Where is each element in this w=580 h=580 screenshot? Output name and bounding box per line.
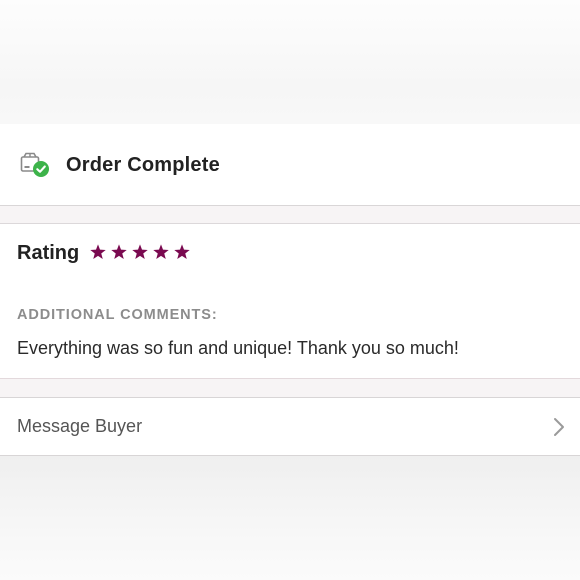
message-buyer-label: Message Buyer: [17, 416, 143, 436]
star-icon: [153, 244, 169, 260]
comments-text: Everything was so fun and unique! Thank …: [17, 338, 459, 358]
package-check-icon: [20, 152, 50, 178]
order-status-card: Order Complete: [0, 124, 580, 206]
star-icon: [111, 244, 127, 260]
section-divider: [0, 206, 580, 224]
star-icon: [90, 244, 106, 260]
star-icon: [132, 244, 148, 260]
rating-label: Rating: [17, 242, 80, 264]
footer-background: [0, 456, 580, 580]
header-background: [0, 0, 580, 124]
order-status-title: Order Complete: [66, 154, 220, 176]
star-icon: [174, 244, 190, 260]
chevron-right-icon: [552, 417, 566, 437]
comments-heading: ADDITIONAL COMMENTS:: [17, 307, 218, 323]
star-rating: [89, 243, 191, 261]
message-buyer-button[interactable]: Message Buyer: [0, 397, 580, 456]
review-card: Rating ADDITIONAL COMMENTS: Everything w…: [0, 224, 580, 379]
section-divider: [0, 379, 580, 397]
